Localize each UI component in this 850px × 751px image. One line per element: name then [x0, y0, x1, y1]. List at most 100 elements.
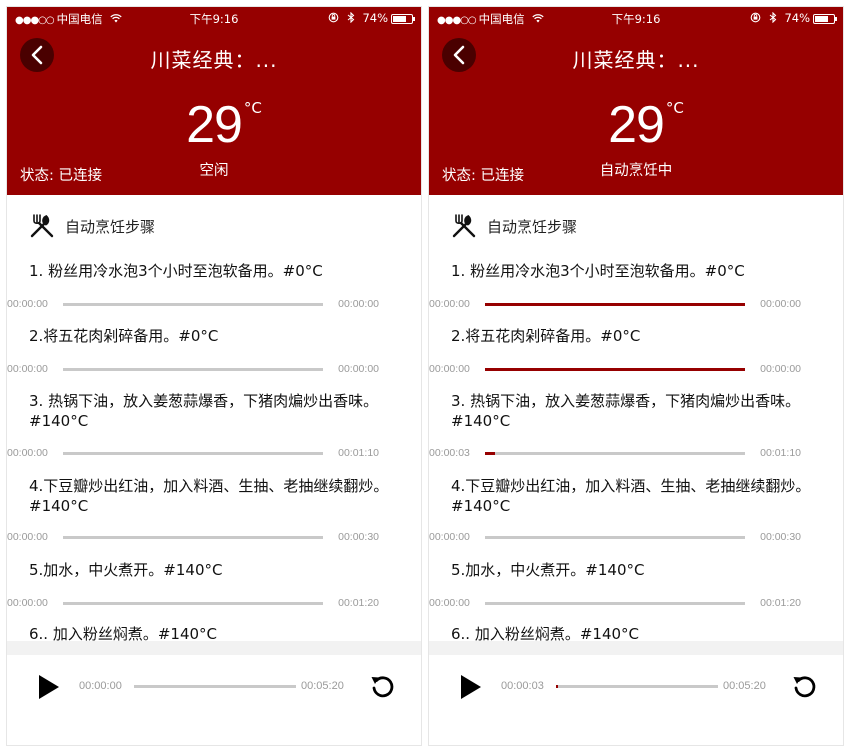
play-icon [39, 675, 59, 699]
status-bar: ●●●○○ 中国电信 下午9:16 74% [429, 7, 843, 29]
step-elapsed: 00:00:03 [429, 447, 470, 459]
back-button[interactable] [442, 38, 476, 72]
step-progress: 00:00:00 00:01:20 [429, 596, 801, 610]
step-text: 1. 粉丝用冷水泡3个小时至泡软备用。#0°C [451, 262, 745, 280]
step-total: 00:01:20 [338, 597, 379, 609]
temperature-unit: °C [243, 99, 262, 117]
step-text: 3. 热锅下油，放入姜葱蒜爆香，下猪肉煸炒出香味。#140°C [29, 392, 379, 430]
header: ●●●○○ 中国电信 下午9:16 74% 川菜经典：... 29 °C 状态:… [429, 7, 843, 195]
step-elapsed: 00:00:00 [429, 531, 470, 543]
cooking-mode: 空闲 [199, 163, 229, 179]
battery-percent: 74% [784, 11, 810, 25]
step-text: 3. 热锅下油，放入姜葱蒜爆香，下猪肉煸炒出香味。#140°C [451, 392, 801, 430]
player-total: 00:05:20 [301, 680, 344, 692]
orientation-lock-icon [328, 11, 343, 25]
replay-button[interactable] [369, 671, 395, 701]
step-progress-bar[interactable] [485, 602, 745, 605]
step-progress-bar[interactable] [485, 452, 745, 455]
battery-percent: 74% [362, 11, 388, 25]
player-elapsed: 00:00:03 [501, 680, 544, 692]
replay-icon [793, 676, 816, 698]
player-elapsed: 00:00:00 [79, 680, 122, 692]
step-elapsed: 00:00:00 [429, 363, 470, 375]
player-progress[interactable] [134, 685, 296, 688]
step-total: 00:00:00 [338, 363, 379, 375]
step-text: 5.加水，中火煮开。#140°C [451, 561, 645, 579]
steps-header: 自动烹饪步骤 [29, 211, 155, 241]
temperature-value: 29 [186, 96, 243, 154]
step-progress-bar[interactable] [63, 602, 323, 605]
status-bar: ●●●○○ 中国电信 下午9:16 74% [7, 7, 421, 29]
step-progress-bar[interactable] [63, 452, 323, 455]
step-progress: 00:00:00 00:00:00 [429, 362, 801, 376]
step-progress: 00:00:00 00:00:30 [7, 530, 379, 544]
step-progress: 00:00:03 00:01:10 [429, 446, 801, 460]
step-text: 1. 粉丝用冷水泡3个小时至泡软备用。#0°C [29, 262, 323, 280]
steps-heading: 自动烹饪步骤 [65, 217, 156, 236]
player-progress[interactable] [556, 685, 718, 688]
step-progress-fill [485, 452, 496, 455]
step-elapsed: 00:00:00 [7, 363, 48, 375]
step-progress-bar[interactable] [485, 303, 745, 306]
temperature-display: 29 °C [429, 95, 843, 155]
orientation-lock-icon [750, 11, 765, 25]
step-progress-fill [485, 368, 745, 371]
step-progress-bar[interactable] [63, 368, 323, 371]
step-total: 00:00:00 [338, 298, 379, 310]
step-elapsed: 00:00:00 [7, 597, 48, 609]
player-bar [7, 641, 421, 745]
step-progress: 00:00:00 00:00:30 [429, 530, 801, 544]
steps-clip: 6.. 加入粉丝焖煮。#140°C [429, 617, 843, 641]
back-button[interactable] [20, 38, 54, 72]
step-elapsed: 00:00:00 [7, 447, 48, 459]
player-progress-fill [556, 685, 558, 688]
temperature-value: 29 [608, 96, 665, 154]
step-progress: 00:00:00 00:01:10 [7, 446, 379, 460]
step-total: 00:00:30 [338, 531, 379, 543]
chevron-left-icon [453, 45, 465, 65]
step-text: 4.下豆瓣炒出红油，加入料酒、生抽、老抽继续翻炒。#140°C [29, 477, 389, 515]
play-icon [461, 675, 481, 699]
battery-icon [813, 14, 837, 24]
header: ●●●○○ 中国电信 下午9:16 74% 川菜经典：... 29 °C 状态:… [7, 7, 421, 195]
phone-screen-idle: ●●●○○ 中国电信 下午9:16 74% 川菜经典：... 29 °C 状态:… [6, 6, 422, 746]
step-progress-bar[interactable] [485, 536, 745, 539]
step-text: 6.. 加入粉丝焖煮。#140°C [29, 625, 218, 641]
step-progress-bar[interactable] [63, 303, 323, 306]
play-button[interactable] [459, 674, 483, 700]
player-total: 00:05:20 [723, 680, 766, 692]
step-text: 2.将五花肉剁碎备用。#0°C [451, 327, 641, 345]
fork-knife-icon [452, 214, 476, 238]
step-total: 00:00:00 [760, 363, 801, 375]
player-bar [429, 641, 843, 745]
step-text: 6.. 加入粉丝焖煮。#140°C [451, 625, 640, 641]
fork-knife-icon [30, 214, 54, 238]
step-progress-bar[interactable] [485, 368, 745, 371]
replay-button[interactable] [791, 671, 817, 701]
step-total: 00:00:00 [760, 298, 801, 310]
step-total: 00:01:10 [760, 447, 801, 459]
step-elapsed: 00:00:00 [429, 597, 470, 609]
temperature-unit: °C [665, 99, 684, 117]
steps-header: 自动烹饪步骤 [451, 211, 577, 241]
step-total: 00:01:20 [760, 597, 801, 609]
step-total: 00:01:10 [338, 447, 379, 459]
step-elapsed: 00:00:00 [7, 298, 48, 310]
cooking-mode: 自动烹饪中 [599, 163, 673, 179]
step-text: 5.加水，中火煮开。#140°C [29, 561, 223, 579]
chevron-left-icon [31, 45, 43, 65]
phone-screen-cooking: ●●●○○ 中国电信 下午9:16 74% 川菜经典：... 29 °C 状态:… [428, 6, 844, 746]
step-total: 00:00:30 [760, 531, 801, 543]
step-text: 4.下豆瓣炒出红油，加入料酒、生抽、老抽继续翻炒。#140°C [451, 477, 811, 515]
page-title: 川菜经典：... [572, 48, 700, 72]
step-progress-fill [485, 303, 745, 306]
step-progress-bar[interactable] [63, 536, 323, 539]
step-progress: 00:00:00 00:01:20 [7, 596, 379, 610]
bluetooth-icon [347, 11, 359, 25]
step-progress: 00:00:00 00:00:00 [429, 297, 801, 311]
step-text: 2.将五花肉剁碎备用。#0°C [29, 327, 219, 345]
page-title: 川菜经典：... [150, 48, 278, 72]
bluetooth-icon [769, 11, 781, 25]
play-button[interactable] [37, 674, 61, 700]
replay-icon [371, 676, 394, 698]
